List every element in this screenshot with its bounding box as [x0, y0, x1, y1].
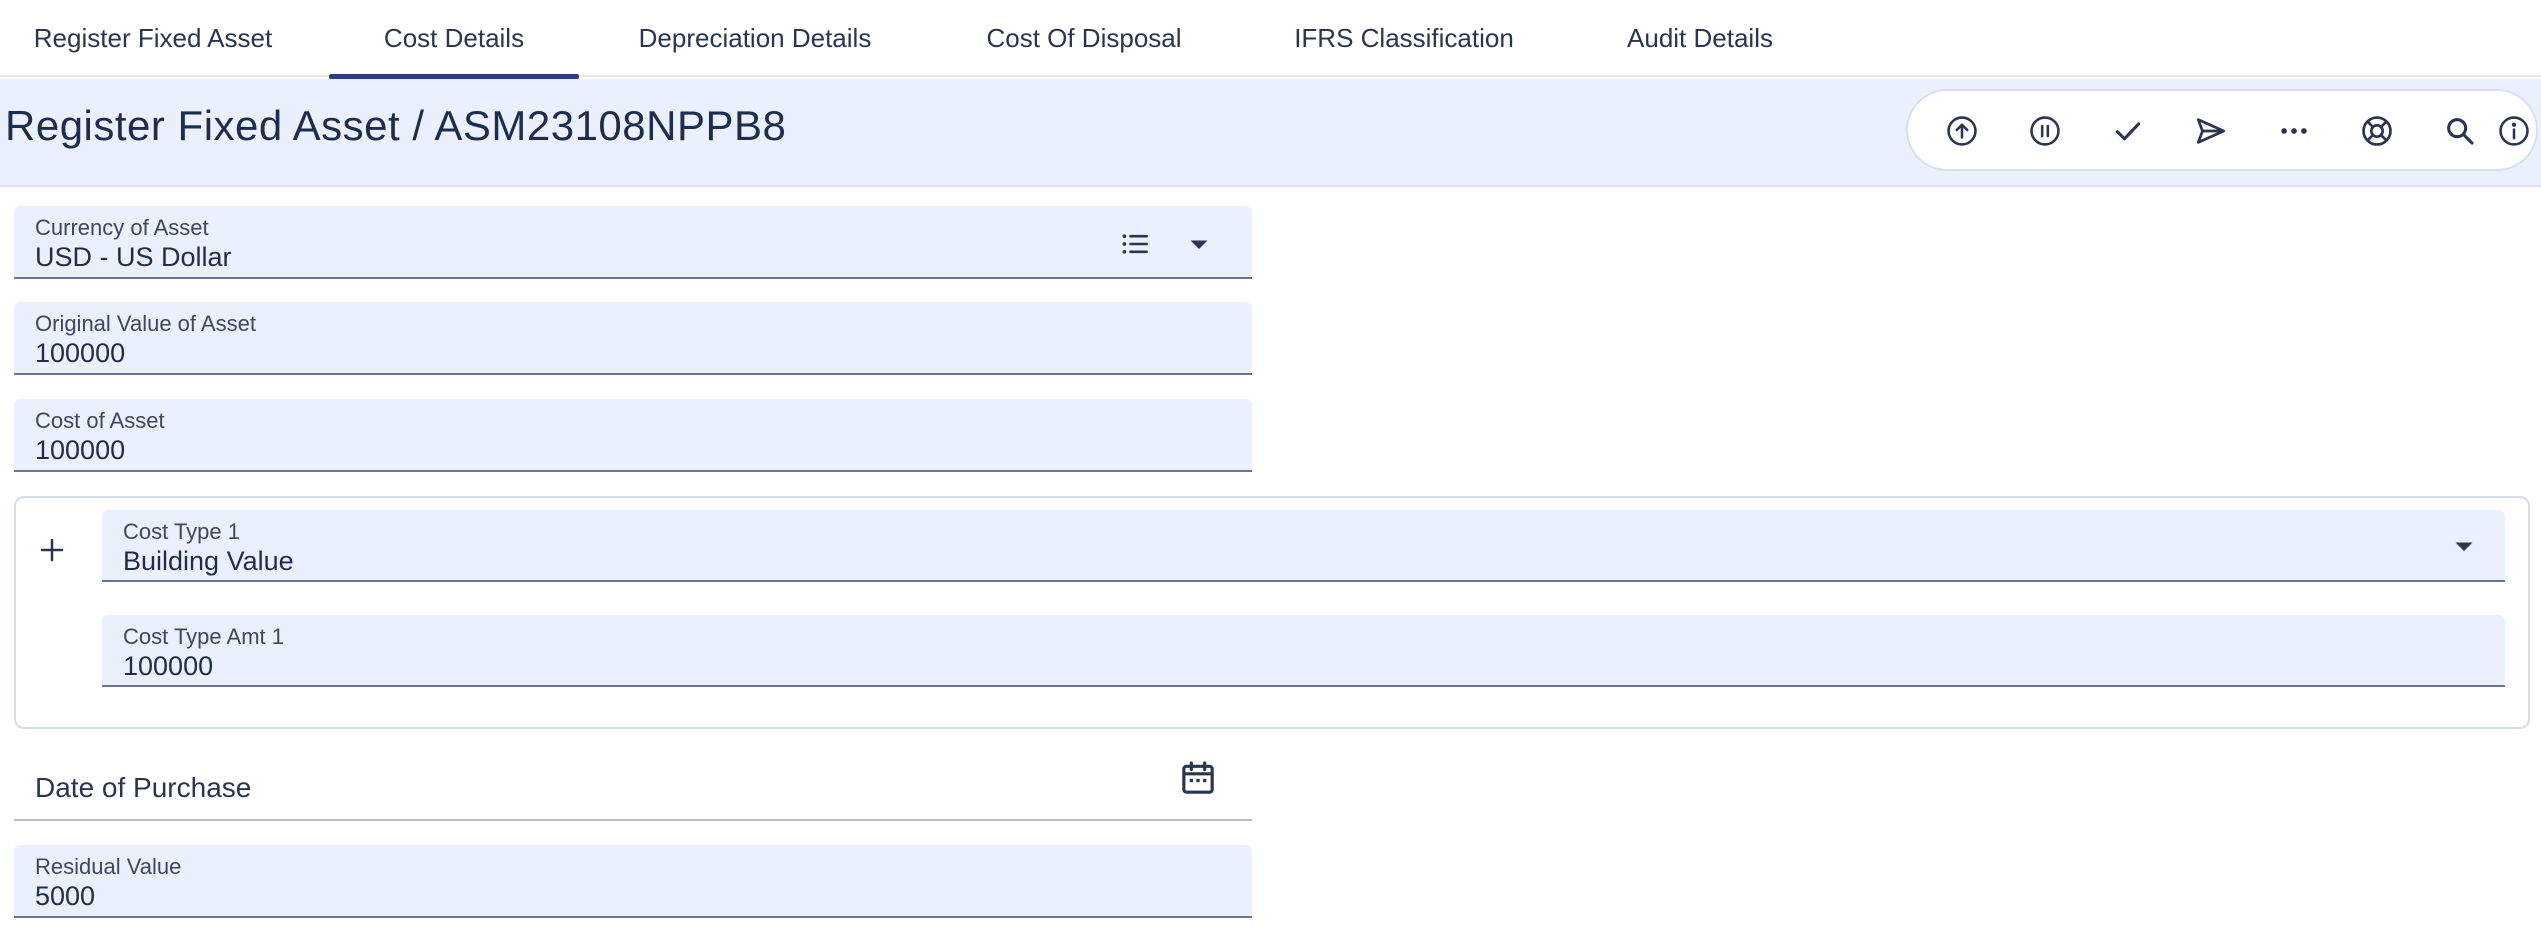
- chevron-down-icon[interactable]: [1179, 224, 1219, 264]
- page-header: Register Fixed Asset / ASM23108NPPB8: [0, 79, 2541, 187]
- tab-cost-of-disposal[interactable]: Cost Of Disposal: [945, 0, 1223, 77]
- residual-value-field[interactable]: Residual Value 5000: [14, 845, 1252, 918]
- more-icon[interactable]: [2273, 110, 2315, 152]
- cost-type-1-value: Building Value: [123, 546, 294, 576]
- calendar-icon[interactable]: [1174, 754, 1222, 802]
- add-cost-type-button[interactable]: [24, 528, 80, 572]
- send-icon[interactable]: [2190, 110, 2232, 152]
- upload-icon[interactable]: [1941, 110, 1983, 152]
- original-value-label: Original Value of Asset: [35, 311, 256, 336]
- currency-value: USD - US Dollar: [35, 242, 232, 272]
- tab-register-fixed-asset[interactable]: Register Fixed Asset: [0, 0, 306, 77]
- list-icon[interactable]: [1115, 224, 1155, 264]
- action-toolbar: [1906, 89, 2538, 171]
- residual-value-label: Residual Value: [35, 854, 182, 879]
- tab-audit-details[interactable]: Audit Details: [1595, 0, 1805, 77]
- cost-type-1-field[interactable]: Cost Type 1 Building Value: [102, 510, 2505, 582]
- original-value-value: 100000: [35, 338, 126, 368]
- date-of-purchase-field[interactable]: Date of Purchase: [14, 750, 1252, 821]
- chevron-down-icon[interactable]: [2444, 526, 2484, 566]
- plus-icon: [40, 538, 64, 562]
- tab-bar: Register Fixed Asset Cost Details Deprec…: [0, 0, 2541, 79]
- tab-ifrs-classification[interactable]: IFRS Classification: [1258, 0, 1550, 77]
- cost-type-amt-1-label: Cost Type Amt 1: [123, 624, 285, 649]
- tab-cost-details[interactable]: Cost Details: [329, 0, 579, 79]
- cost-of-asset-field[interactable]: Cost of Asset 100000: [14, 399, 1252, 472]
- cost-of-asset-value: 100000: [35, 435, 126, 465]
- date-of-purchase-label: Date of Purchase: [35, 772, 252, 803]
- cost-type-amt-1-value: 100000: [123, 651, 214, 681]
- currency-field[interactable]: Currency of Asset USD - US Dollar: [14, 206, 1252, 279]
- residual-value-value: 5000: [35, 881, 96, 911]
- support-icon[interactable]: [2356, 110, 2398, 152]
- pause-icon[interactable]: [2024, 110, 2066, 152]
- cost-type-amt-1-field[interactable]: Cost Type Amt 1 100000: [102, 615, 2505, 687]
- check-icon[interactable]: [2107, 110, 2149, 152]
- cost-of-asset-label: Cost of Asset: [35, 408, 165, 433]
- currency-label: Currency of Asset: [35, 215, 209, 240]
- search-icon[interactable]: [2439, 110, 2481, 152]
- info-icon[interactable]: [2493, 110, 2535, 152]
- original-value-field[interactable]: Original Value of Asset 100000: [14, 302, 1252, 375]
- cost-type-1-label: Cost Type 1: [123, 519, 240, 544]
- page-title: Register Fixed Asset / ASM23108NPPB8: [5, 102, 787, 149]
- tab-depreciation-details[interactable]: Depreciation Details: [602, 0, 908, 77]
